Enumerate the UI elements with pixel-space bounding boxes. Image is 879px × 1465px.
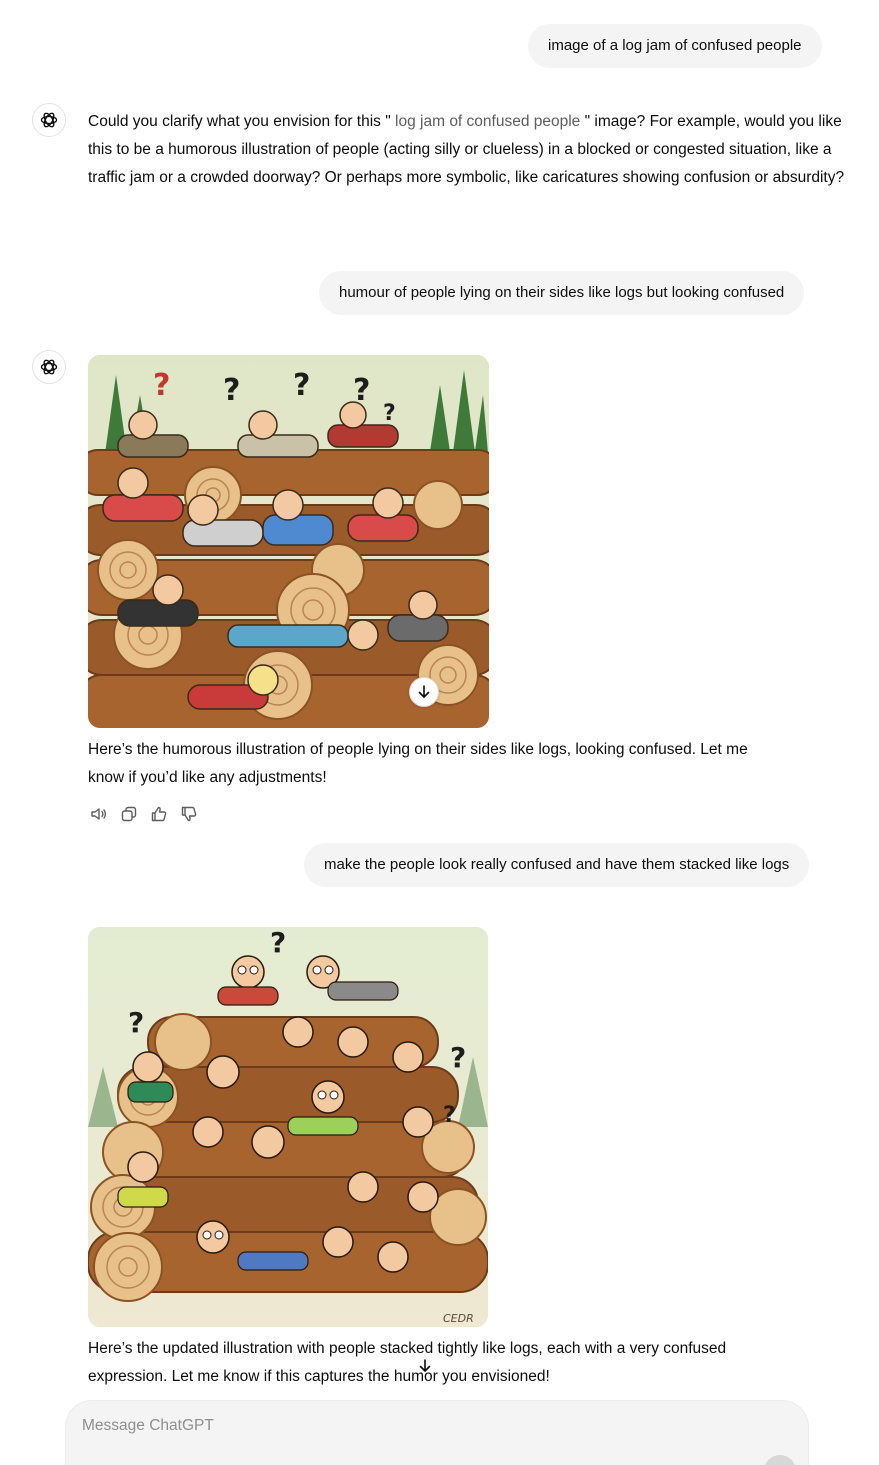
svg-text:?: ? <box>353 373 370 408</box>
thumbs-down-button[interactable] <box>180 805 198 823</box>
image-signature: CEDR <box>443 1312 474 1325</box>
download-button[interactable] <box>409 677 439 707</box>
svg-text:?: ? <box>223 373 240 408</box>
assistant-avatar <box>32 103 66 137</box>
send-button[interactable] <box>764 1455 796 1465</box>
generated-image-1[interactable]: ? ? ? ? ? <box>88 355 489 728</box>
message-actions <box>90 805 198 823</box>
message-input[interactable] <box>82 1417 722 1435</box>
user-message-3: make the people look really confused and… <box>304 843 810 887</box>
arrow-down-icon <box>419 1359 431 1372</box>
stacked-people-illustration: ? ? ? ? CEDR <box>88 927 488 1327</box>
speaker-icon <box>91 808 107 820</box>
thumbs-down-icon <box>181 806 197 822</box>
generated-image-2[interactable]: ? ? ? ? CEDR <box>88 927 488 1327</box>
chat-page: image of a log jam of confused people Co… <box>0 0 879 1465</box>
copy-icon <box>121 806 137 822</box>
log-jam-illustration: ? ? ? ? ? <box>88 355 489 728</box>
openai-logo-icon <box>40 359 58 375</box>
assistant-message-1-quote: log jam of confused people <box>390 113 585 130</box>
assistant-message-1: Could you clarify what you envision for … <box>88 108 848 192</box>
thumbs-up-button[interactable] <box>150 805 168 823</box>
svg-text:?: ? <box>450 1041 466 1074</box>
assistant-message-1-before: Could you clarify what you envision for … <box>88 113 391 130</box>
scroll-to-bottom-button[interactable] <box>411 1352 439 1380</box>
assistant-message-2: Here’s the humorous illustration of peop… <box>88 741 748 786</box>
user-message-1: image of a log jam of confused people <box>528 24 822 68</box>
arrow-down-icon <box>418 685 430 698</box>
svg-text:?: ? <box>153 368 170 403</box>
read-aloud-button[interactable] <box>90 805 108 823</box>
svg-text:?: ? <box>128 1006 144 1039</box>
user-message-2: humour of people lying on their sides li… <box>319 271 805 315</box>
thumbs-up-icon <box>151 806 167 822</box>
message-composer <box>66 1401 808 1465</box>
svg-text:?: ? <box>383 401 396 426</box>
openai-logo-icon <box>40 112 58 128</box>
svg-text:?: ? <box>293 368 310 403</box>
svg-text:?: ? <box>443 1103 456 1128</box>
svg-text:?: ? <box>270 927 286 959</box>
copy-button[interactable] <box>120 805 138 823</box>
assistant-avatar <box>32 350 66 384</box>
